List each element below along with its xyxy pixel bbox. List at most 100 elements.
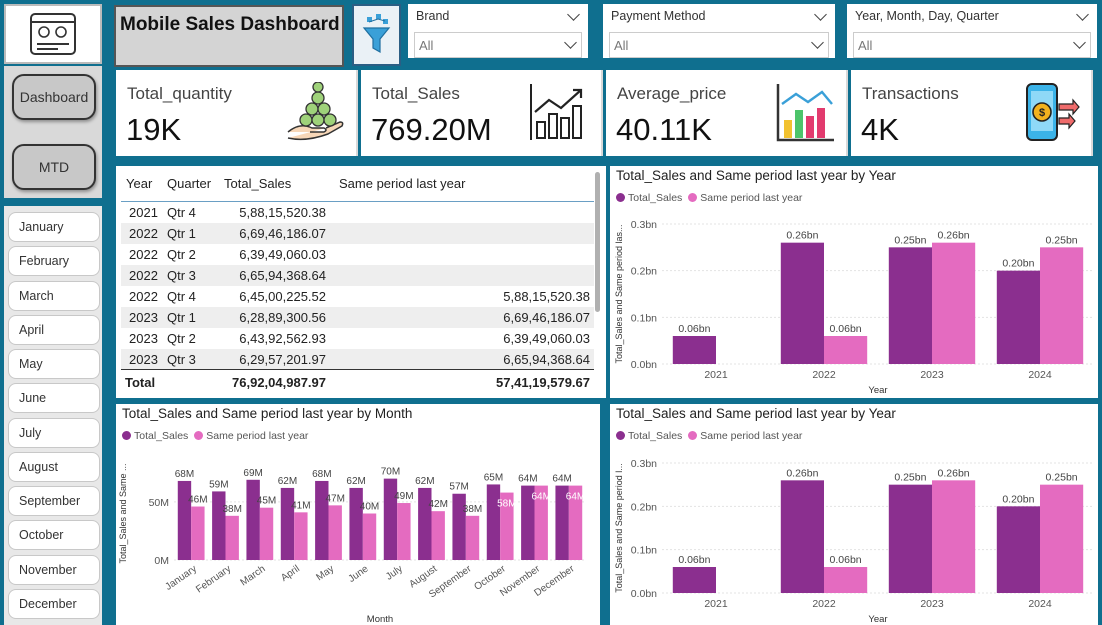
month-button-october[interactable]: October bbox=[8, 520, 100, 550]
chevron-down-icon[interactable] bbox=[1076, 8, 1089, 21]
data-label: 38M bbox=[463, 504, 482, 515]
cell-total-sales: 6,65,94,368.64 bbox=[239, 268, 326, 283]
data-label: 0.25bn bbox=[1046, 234, 1078, 246]
x-tick-label: March bbox=[238, 563, 267, 588]
filter-toggle-button[interactable] bbox=[352, 4, 401, 66]
data-label: 0.25bn bbox=[894, 234, 926, 246]
cell-year: 2023 bbox=[129, 310, 158, 325]
kpi-value: 4K bbox=[861, 112, 899, 147]
x-tick-label: 2022 bbox=[812, 598, 836, 610]
month-button-december[interactable]: December bbox=[8, 589, 100, 619]
payment-method-slicer[interactable]: Payment Method All bbox=[603, 4, 835, 58]
bar-total-sales bbox=[280, 487, 295, 560]
month-button-may[interactable]: May bbox=[8, 349, 100, 379]
chevron-down-icon bbox=[1073, 36, 1086, 49]
cell-total-sales: 6,39,49,060.03 bbox=[239, 247, 326, 262]
month-button-january[interactable]: January bbox=[8, 212, 100, 242]
x-tick-label: 2022 bbox=[812, 369, 836, 381]
table-row: 2021 Qtr 4 5,88,15,520.38 bbox=[121, 202, 594, 223]
total-label: Total bbox=[125, 375, 156, 390]
kpi-value: 40.11K bbox=[616, 112, 712, 147]
data-label: 68M bbox=[312, 469, 331, 480]
bar-same-period bbox=[824, 336, 868, 364]
month-button-june[interactable]: June bbox=[8, 383, 100, 413]
date-slicer-label: Year, Month, Day, Quarter bbox=[855, 9, 999, 23]
cell-total-sales: 6,29,57,201.97 bbox=[239, 352, 326, 367]
month-button-august[interactable]: August bbox=[8, 452, 100, 482]
cell-total-sales: 6,28,89,300.56 bbox=[239, 310, 326, 325]
bar-same-period bbox=[225, 515, 239, 560]
kpi-label: Total_Sales bbox=[372, 84, 460, 103]
table-header-quarter[interactable]: Quarter bbox=[167, 176, 211, 191]
kpi-card-average-price: Average_price 40.11K bbox=[606, 70, 848, 156]
data-label: 47M bbox=[325, 493, 344, 504]
data-label: 69M bbox=[243, 468, 262, 479]
cell-total-sales: 6,69,46,186.07 bbox=[239, 226, 326, 241]
chevron-down-icon[interactable] bbox=[814, 8, 827, 21]
sales-table: Year Quarter Total_Sales Same period las… bbox=[116, 166, 606, 398]
chart-sales-by-year-2: Total_Sales and Same period last year by… bbox=[610, 404, 1098, 625]
bar-same-period bbox=[362, 513, 377, 560]
bar-same-period bbox=[1040, 484, 1084, 593]
y-axis-label: Total_Sales and Same period las... bbox=[614, 224, 624, 363]
bar-total-sales bbox=[177, 480, 192, 560]
y-axis-label: Total_Sales and Same period l... bbox=[614, 463, 624, 593]
data-label: 0.26bn bbox=[938, 230, 970, 242]
data-label: 64M bbox=[531, 492, 550, 503]
kpi-value: 19K bbox=[126, 112, 182, 147]
y-tick-label: 0.3bn bbox=[631, 458, 657, 470]
cell-quarter: Qtr 1 bbox=[167, 310, 196, 325]
bar-chart-icon bbox=[776, 84, 834, 142]
x-tick-label: January bbox=[163, 563, 198, 592]
chevron-down-icon[interactable] bbox=[567, 8, 580, 21]
kpi-label: Transactions bbox=[862, 84, 959, 103]
bar-same-period bbox=[259, 507, 274, 560]
cell-quarter: Qtr 4 bbox=[167, 205, 196, 220]
bar-same-period bbox=[431, 511, 445, 560]
mtd-nav-button[interactable]: MTD bbox=[12, 144, 96, 190]
data-label: 42M bbox=[428, 499, 447, 510]
brand-slicer[interactable]: Brand All bbox=[408, 4, 588, 58]
date-slicer[interactable]: Year, Month, Day, Quarter All bbox=[847, 4, 1097, 58]
month-button-september[interactable]: September bbox=[8, 486, 100, 516]
coins-stack-icon bbox=[287, 82, 344, 141]
data-label: 70M bbox=[381, 467, 400, 478]
month-button-july[interactable]: July bbox=[8, 418, 100, 448]
bar-total-sales bbox=[672, 336, 716, 364]
cell-total-sales: 6,45,00,225.52 bbox=[239, 289, 326, 304]
cell-same-period: 6,65,94,368.64 bbox=[503, 352, 590, 367]
cell-year: 2021 bbox=[129, 205, 158, 220]
filter-icon bbox=[362, 14, 391, 54]
table-header-total-sales[interactable]: Total_Sales bbox=[224, 176, 291, 191]
month-button-april[interactable]: April bbox=[8, 315, 100, 345]
chart-plot-area: 0.0bn 0.1bn 0.2bn 0.3bn Total_Sales and Same… bbox=[614, 219, 1094, 396]
table-row: 2023 Qtr 2 6,43,92,562.93 6,39,49,060.03 bbox=[121, 328, 594, 349]
bar-total-sales bbox=[888, 484, 932, 593]
bar-same-period bbox=[465, 515, 480, 560]
chevron-down-icon bbox=[564, 36, 577, 49]
x-axis-label: Month bbox=[367, 614, 393, 625]
x-tick-label: February bbox=[194, 563, 233, 595]
table-scrollbar[interactable] bbox=[595, 172, 600, 312]
dashboard-nav-button[interactable]: Dashboard bbox=[12, 74, 96, 120]
month-button-november[interactable]: November bbox=[8, 555, 100, 585]
data-label: 46M bbox=[188, 495, 207, 506]
brand-dropdown[interactable]: All bbox=[414, 32, 582, 58]
data-label: 68M bbox=[175, 469, 194, 480]
table-row: 2022 Qtr 3 6,65,94,368.64 bbox=[121, 265, 594, 286]
data-label: 59M bbox=[209, 479, 228, 490]
data-label: 38M bbox=[222, 504, 241, 515]
cell-quarter: Qtr 4 bbox=[167, 289, 196, 304]
table-header-same-period[interactable]: Same period last year bbox=[339, 176, 465, 191]
payment-method-dropdown[interactable]: All bbox=[609, 32, 829, 58]
data-label: 40M bbox=[360, 502, 379, 513]
month-button-march[interactable]: March bbox=[8, 281, 100, 311]
table-header-year[interactable]: Year bbox=[126, 176, 152, 191]
month-button-february[interactable]: February bbox=[8, 246, 100, 276]
data-label: 0.26bn bbox=[786, 230, 818, 242]
date-dropdown[interactable]: All bbox=[853, 32, 1091, 58]
total-last-year-value: 57,41,19,579.67 bbox=[496, 375, 590, 390]
y-tick-label: 0.1bn bbox=[631, 312, 657, 324]
y-tick-label: 50M bbox=[149, 497, 169, 509]
y-tick-label: 0.1bn bbox=[631, 545, 657, 557]
